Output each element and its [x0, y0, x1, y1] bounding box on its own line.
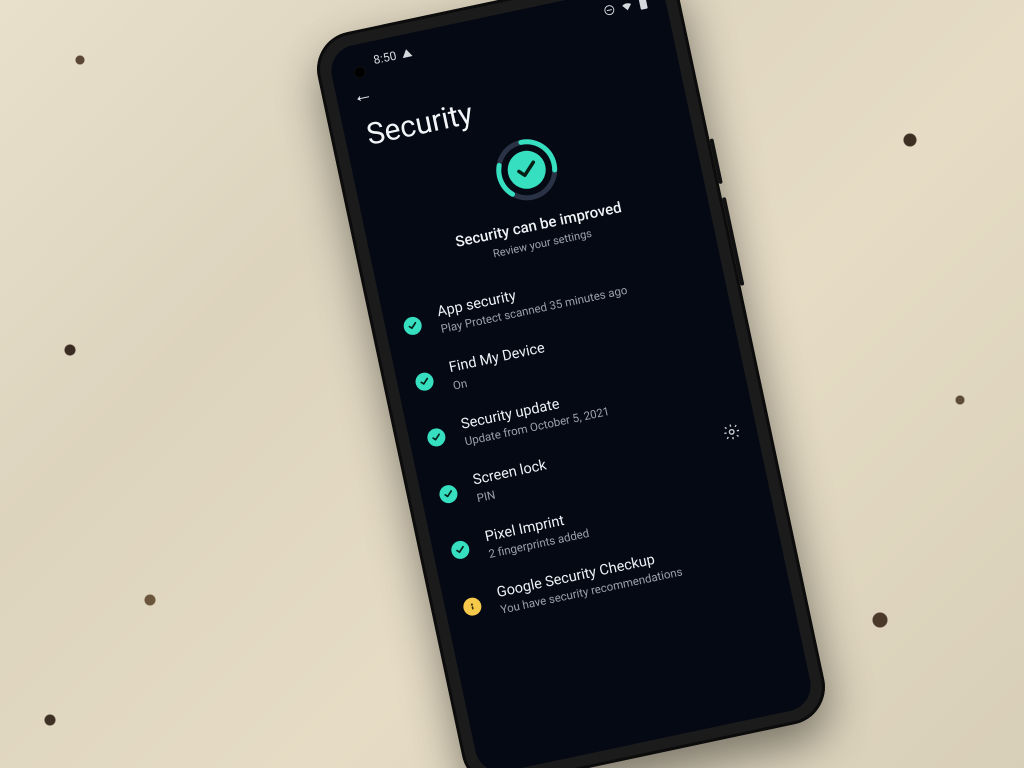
- battery-icon: [637, 0, 649, 11]
- volume-rocker: [722, 197, 745, 286]
- phone-screen: 8:50 ← Security: [327, 0, 816, 768]
- status-time: 8:50: [372, 49, 398, 68]
- status-dot-icon: [462, 596, 483, 617]
- security-status-icon: [485, 128, 568, 211]
- scroll-fade: [468, 647, 815, 768]
- security-settings-list: App security Play Protect scanned 35 min…: [380, 232, 786, 640]
- gear-icon[interactable]: [721, 421, 743, 446]
- status-dot-icon: [450, 539, 471, 560]
- status-dot-icon: [414, 371, 435, 392]
- wifi-icon: [619, 0, 635, 14]
- status-dot-icon: [426, 427, 447, 448]
- photo-background: 8:50 ← Security: [0, 0, 1024, 768]
- status-dot-icon: [438, 483, 459, 504]
- do-not-disturb-icon: [602, 3, 616, 17]
- phone-frame: 8:50 ← Security: [310, 0, 832, 768]
- status-dot-icon: [402, 315, 423, 336]
- status-icons-right: [602, 0, 649, 18]
- back-arrow-icon: ←: [350, 80, 375, 108]
- power-button: [709, 138, 722, 184]
- notification-icon: [401, 48, 412, 58]
